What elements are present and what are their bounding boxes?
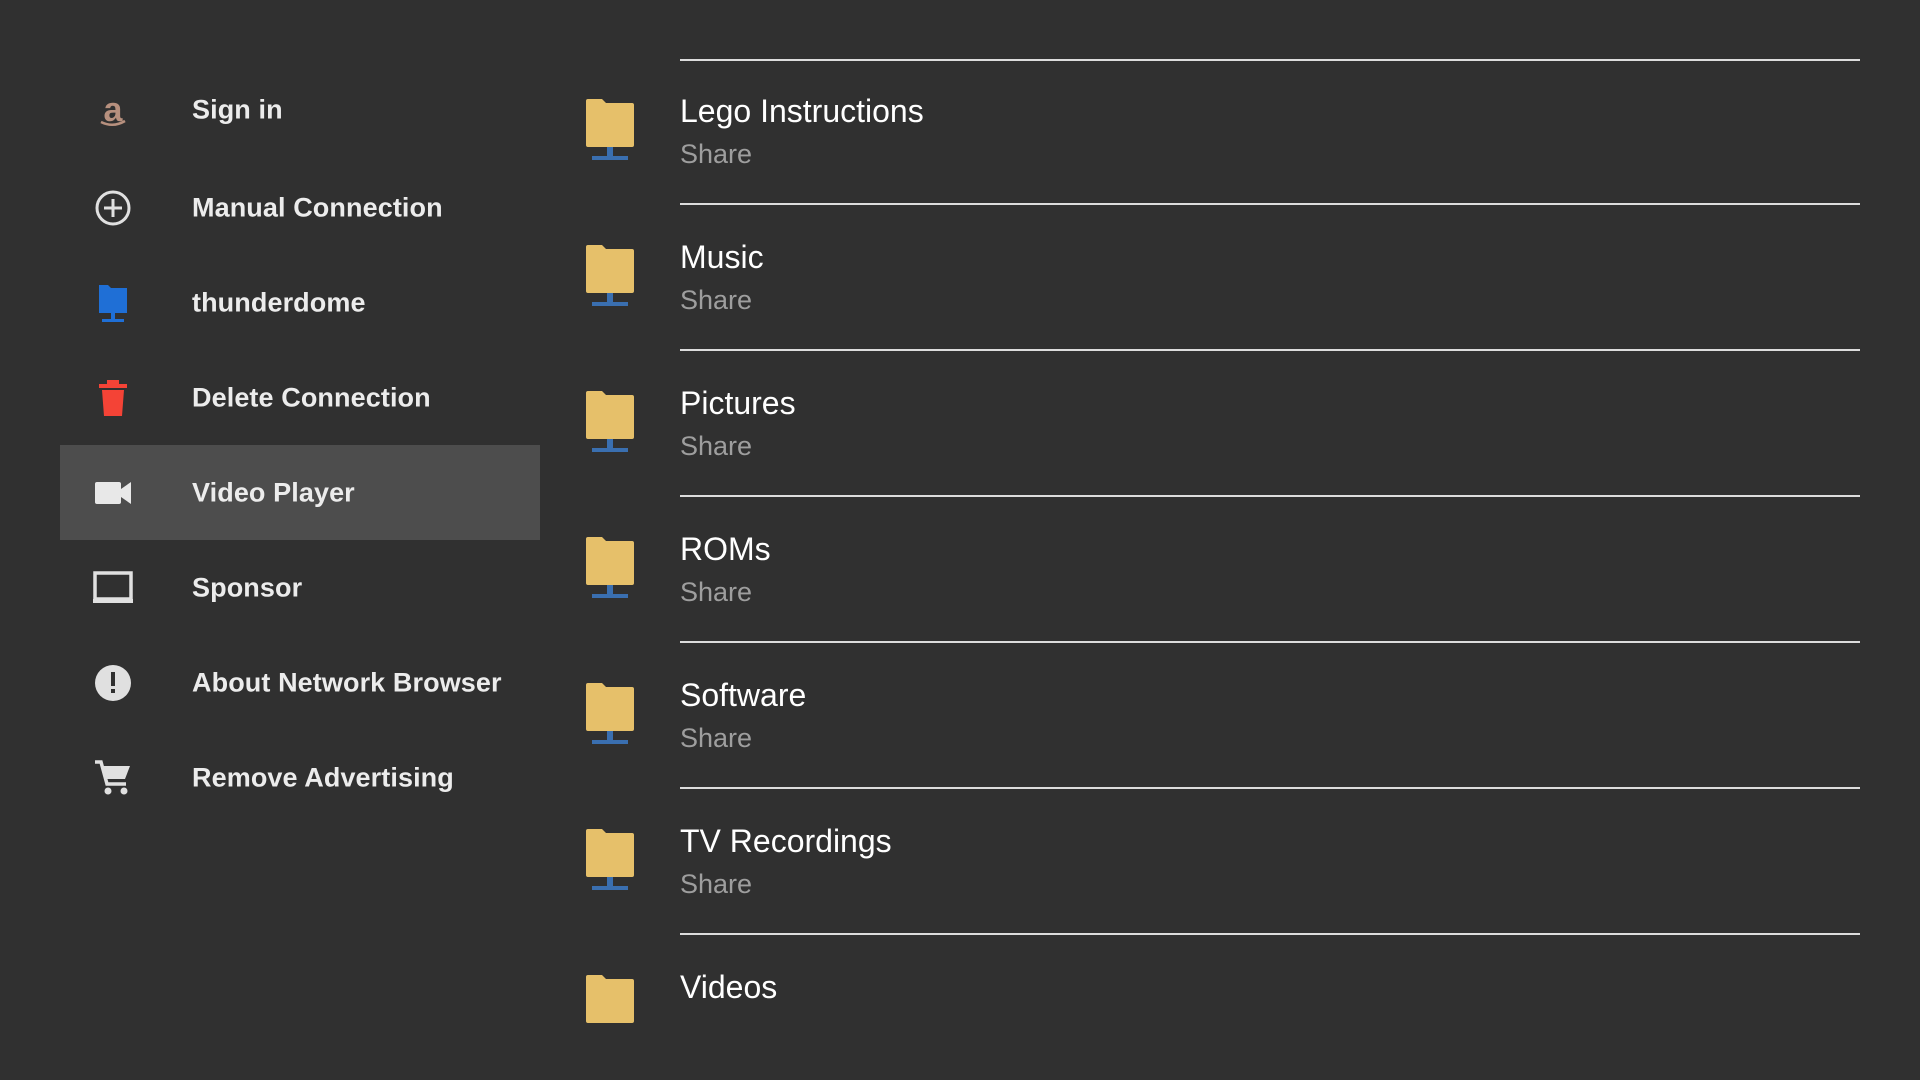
add-circle-icon [91, 186, 135, 230]
share-item-roms[interactable]: ROMs Share [560, 497, 1860, 643]
share-item-software[interactable]: Software Share [560, 643, 1860, 789]
share-item-music[interactable]: Music Share [560, 205, 1860, 351]
share-type: Share [680, 577, 753, 607]
share-type: Share [680, 869, 753, 899]
nav-item-video-player[interactable]: Video Player [60, 445, 540, 540]
nav-item-label: thunderdome [192, 287, 366, 317]
info-icon [91, 661, 135, 705]
share-item-videos[interactable]: Videos [560, 935, 1860, 1080]
nav-item-thunderdome[interactable]: thunderdome [60, 255, 540, 350]
share-list: Lego Instructions Share Music Share Pict… [560, 59, 1860, 1080]
nav-item-label: Remove Advertising [192, 762, 454, 792]
network-folder-icon [584, 827, 636, 893]
nav-item-sponsor[interactable]: Sponsor [60, 540, 540, 635]
navigation-drawer: a Sign in Manual Connection thunderdome … [60, 62, 540, 825]
share-name: Videos [680, 969, 778, 1005]
network-folder-icon [584, 389, 636, 455]
network-folder-icon [584, 681, 636, 747]
video-camera-icon [91, 471, 135, 515]
nav-item-label: Manual Connection [192, 192, 443, 222]
shopping-cart-icon [91, 756, 135, 800]
nav-item-delete-connection[interactable]: Delete Connection [60, 350, 540, 445]
network-folder-icon [584, 97, 636, 163]
share-name: Software [680, 677, 807, 713]
network-folder-icon [584, 973, 636, 1039]
network-folder-icon [584, 243, 636, 309]
share-type: Share [680, 139, 753, 169]
nav-item-label: Video Player [192, 477, 355, 507]
monitor-icon [91, 566, 135, 610]
nav-item-sign-in[interactable]: a Sign in [60, 62, 540, 158]
network-folder-icon [584, 535, 636, 601]
share-name: ROMs [680, 531, 771, 567]
nav-item-label: Sign in [192, 94, 283, 125]
share-name: TV Recordings [680, 823, 892, 859]
nav-item-remove-advertising[interactable]: Remove Advertising [60, 730, 540, 825]
network-folder-icon [91, 281, 135, 325]
trash-icon [91, 376, 135, 420]
nav-item-about[interactable]: About Network Browser [60, 635, 540, 730]
share-item-tv-recordings[interactable]: TV Recordings Share [560, 789, 1860, 935]
share-type: Share [680, 431, 753, 461]
share-type: Share [680, 285, 753, 315]
nav-item-manual-connection[interactable]: Manual Connection [60, 160, 540, 255]
nav-item-label: Delete Connection [192, 382, 431, 412]
share-type: Share [680, 723, 753, 753]
nav-item-label: Sponsor [192, 572, 303, 602]
nav-item-label: About Network Browser [192, 667, 502, 697]
share-name: Pictures [680, 385, 796, 421]
share-name: Music [680, 239, 764, 275]
network-browser-app: a Sign in Manual Connection thunderdome … [0, 0, 1920, 1080]
share-item-lego-instructions[interactable]: Lego Instructions Share [560, 59, 1860, 205]
share-name: Lego Instructions [680, 93, 924, 129]
share-item-pictures[interactable]: Pictures Share [560, 351, 1860, 497]
amazon-icon: a [91, 88, 135, 132]
